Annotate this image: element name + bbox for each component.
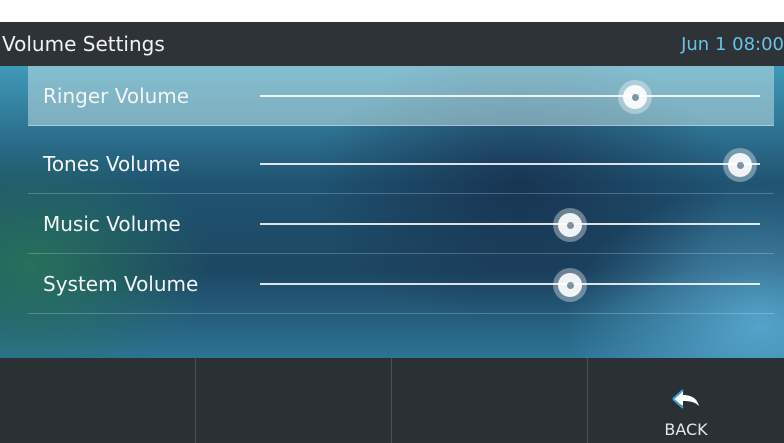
setting-row-ringer-volume[interactable]: Ringer Volume [28, 66, 774, 126]
settings-list: Ringer Volume Tones Volume Music Volume … [0, 66, 784, 358]
music-volume-slider[interactable] [260, 208, 760, 242]
softkey-bar: BACK [0, 358, 784, 443]
top-bezel [0, 0, 784, 22]
back-label: BACK [664, 420, 708, 439]
slider-knob[interactable] [618, 80, 652, 114]
setting-row-music-volume[interactable]: Music Volume [28, 194, 774, 254]
tones-volume-slider[interactable] [260, 148, 760, 182]
system-volume-slider[interactable] [260, 268, 760, 302]
ringer-volume-slider[interactable] [260, 80, 760, 114]
title-bar: Volume Settings Jun 1 08:00 [0, 22, 784, 66]
setting-label: Ringer Volume [43, 84, 190, 108]
page-title: Volume Settings [2, 32, 165, 56]
slider-track [260, 95, 760, 97]
phone-screen: Volume Settings Jun 1 08:00 Ringer Volum… [0, 0, 784, 443]
slider-knob[interactable] [553, 268, 587, 302]
setting-label: Tones Volume [43, 152, 181, 176]
date-time: Jun 1 08:00 [681, 33, 784, 55]
softkey-3[interactable] [392, 358, 588, 443]
slider-knob[interactable] [553, 208, 587, 242]
slider-knob[interactable] [723, 148, 757, 182]
setting-row-system-volume[interactable]: System Volume [28, 254, 774, 314]
slider-track [260, 223, 760, 225]
back-arrow-icon [672, 389, 699, 409]
setting-label: System Volume [43, 272, 199, 296]
softkey-1[interactable] [0, 358, 196, 443]
setting-label: Music Volume [43, 212, 181, 236]
softkey-2[interactable] [196, 358, 392, 443]
setting-row-tones-volume[interactable]: Tones Volume [28, 134, 774, 194]
slider-track [260, 163, 760, 165]
back-button[interactable]: BACK [588, 358, 784, 443]
slider-track [260, 283, 760, 285]
